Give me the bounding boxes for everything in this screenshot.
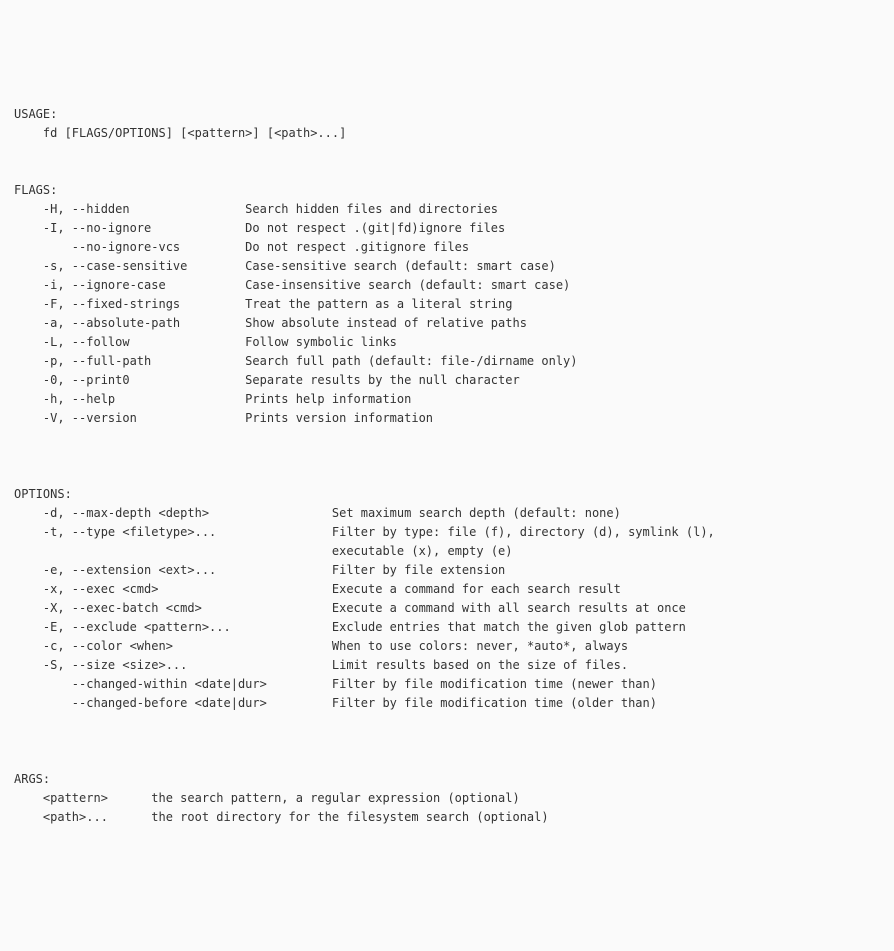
flag-description: Limit results based on the size of files… <box>332 656 628 675</box>
flag-description: the search pattern, a regular expression… <box>151 789 519 808</box>
help-line: -c, --color <when>When to use colors: ne… <box>14 637 880 656</box>
help-line: -V, --versionPrints version information <box>14 409 880 428</box>
help-line: <path>...the root directory for the file… <box>14 808 880 827</box>
options-header: OPTIONS: <box>14 487 72 501</box>
flag-name: -S, --size <size>... <box>43 656 332 675</box>
args-list: <pattern>the search pattern, a regular e… <box>14 789 880 827</box>
flag-name: -L, --follow <box>43 333 245 352</box>
flag-description: Separate results by the null character <box>245 371 520 390</box>
flag-name: -X, --exec-batch <cmd> <box>43 599 332 618</box>
help-line: executable (x), empty (e) <box>14 542 880 561</box>
help-line: -t, --type <filetype>...Filter by type: … <box>14 523 880 542</box>
usage-line: fd [FLAGS/OPTIONS] [<pattern>] [<path>..… <box>14 126 346 140</box>
flag-description: Filter by file modification time (newer … <box>332 675 657 694</box>
flag-description: Prints version information <box>245 409 433 428</box>
help-line: -a, --absolute-pathShow absolute instead… <box>14 314 880 333</box>
flag-name: -p, --full-path <box>43 352 245 371</box>
flags-list: -H, --hiddenSearch hidden files and dire… <box>14 200 880 428</box>
flag-name: -s, --case-sensitive <box>43 257 245 276</box>
flag-description: Treat the pattern as a literal string <box>245 295 512 314</box>
flag-description: Do not respect .gitignore files <box>245 238 469 257</box>
flag-name: -a, --absolute-path <box>43 314 245 333</box>
help-line: -h, --helpPrints help information <box>14 390 880 409</box>
flag-name: --changed-before <date|dur> <box>43 694 332 713</box>
help-output: USAGE: fd [FLAGS/OPTIONS] [<pattern>] [<… <box>14 86 880 846</box>
flag-description: Show absolute instead of relative paths <box>245 314 527 333</box>
flag-name: --changed-within <date|dur> <box>43 675 332 694</box>
flag-description: Exclude entries that match the given glo… <box>332 618 686 637</box>
help-line: -p, --full-pathSearch full path (default… <box>14 352 880 371</box>
flag-description: Prints help information <box>245 390 411 409</box>
flag-name: -d, --max-depth <depth> <box>43 504 332 523</box>
flag-description: Case-insensitive search (default: smart … <box>245 276 570 295</box>
flag-description: executable (x), empty (e) <box>332 542 513 561</box>
args-header: ARGS: <box>14 772 50 786</box>
help-line: <pattern>the search pattern, a regular e… <box>14 789 880 808</box>
flag-description: Filter by file extension <box>332 561 505 580</box>
help-line: -X, --exec-batch <cmd>Execute a command … <box>14 599 880 618</box>
flag-description: Search hidden files and directories <box>245 200 498 219</box>
flag-description: Execute a command for each search result <box>332 580 621 599</box>
usage-header: USAGE: <box>14 107 57 121</box>
help-line: -I, --no-ignoreDo not respect .(git|fd)i… <box>14 219 880 238</box>
flag-description: Set maximum search depth (default: none) <box>332 504 621 523</box>
flag-description: Execute a command with all search result… <box>332 599 686 618</box>
help-line: --changed-before <date|dur>Filter by fil… <box>14 694 880 713</box>
help-line: -H, --hiddenSearch hidden files and dire… <box>14 200 880 219</box>
help-line: -i, --ignore-caseCase-insensitive search… <box>14 276 880 295</box>
help-line: -0, --print0Separate results by the null… <box>14 371 880 390</box>
flag-description: Filter by type: file (f), directory (d),… <box>332 523 715 542</box>
help-line: -d, --max-depth <depth>Set maximum searc… <box>14 504 880 523</box>
flag-description: Case-sensitive search (default: smart ca… <box>245 257 556 276</box>
flag-name: -E, --exclude <pattern>... <box>43 618 332 637</box>
options-list: -d, --max-depth <depth>Set maximum searc… <box>14 504 880 713</box>
flag-name: -e, --extension <ext>... <box>43 561 332 580</box>
flag-name: -I, --no-ignore <box>43 219 245 238</box>
flag-name: -h, --help <box>43 390 245 409</box>
help-line: -x, --exec <cmd>Execute a command for ea… <box>14 580 880 599</box>
help-line: -s, --case-sensitiveCase-sensitive searc… <box>14 257 880 276</box>
help-line: -L, --followFollow symbolic links <box>14 333 880 352</box>
flag-name: -F, --fixed-strings <box>43 295 245 314</box>
flag-name: -H, --hidden <box>43 200 245 219</box>
help-line: -e, --extension <ext>...Filter by file e… <box>14 561 880 580</box>
help-line: -S, --size <size>...Limit results based … <box>14 656 880 675</box>
help-line: -E, --exclude <pattern>...Exclude entrie… <box>14 618 880 637</box>
flag-name: -x, --exec <cmd> <box>43 580 332 599</box>
flag-name: <pattern> <box>43 789 151 808</box>
flag-description: the root directory for the filesystem se… <box>151 808 548 827</box>
flag-name: -i, --ignore-case <box>43 276 245 295</box>
help-line: --changed-within <date|dur>Filter by fil… <box>14 675 880 694</box>
flag-name: -V, --version <box>43 409 245 428</box>
help-line: --no-ignore-vcsDo not respect .gitignore… <box>14 238 880 257</box>
flag-description: Do not respect .(git|fd)ignore files <box>245 219 505 238</box>
flag-name: <path>... <box>43 808 151 827</box>
flag-name: -c, --color <when> <box>43 637 332 656</box>
flag-name: -t, --type <filetype>... <box>43 523 332 542</box>
help-line: -F, --fixed-stringsTreat the pattern as … <box>14 295 880 314</box>
flag-description: Search full path (default: file-/dirname… <box>245 352 577 371</box>
flag-name: --no-ignore-vcs <box>43 238 245 257</box>
flag-description: When to use colors: never, *auto*, alway… <box>332 637 628 656</box>
flags-header: FLAGS: <box>14 183 57 197</box>
flag-description: Filter by file modification time (older … <box>332 694 657 713</box>
flag-name: -0, --print0 <box>43 371 245 390</box>
flag-description: Follow symbolic links <box>245 333 397 352</box>
